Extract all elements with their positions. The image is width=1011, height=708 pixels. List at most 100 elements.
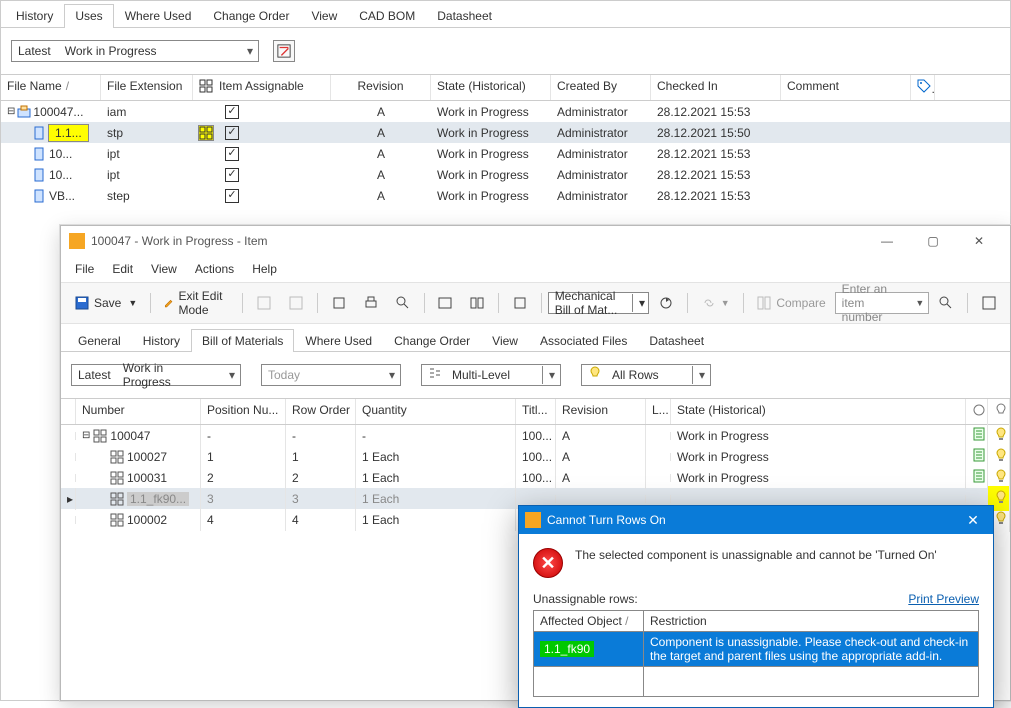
toolbar-btn-3[interactable] [324, 292, 354, 314]
bom-order: 1 [286, 446, 356, 468]
print-preview-link[interactable]: Print Preview [908, 592, 979, 606]
menu-file[interactable]: File [67, 259, 102, 279]
comment-cell [781, 110, 911, 114]
hdr-assignable[interactable]: Item Assignable [219, 79, 304, 96]
bom-hdr-l[interactable]: L... [646, 399, 671, 424]
hdr-state[interactable]: State (Historical) [431, 75, 551, 100]
top-tab-where-used[interactable]: Where Used [114, 4, 203, 28]
clear-filter-button[interactable] [273, 40, 295, 62]
bom-row[interactable]: ⊟100047---100...AWork in Progress [61, 425, 1010, 446]
tag-icon[interactable] [911, 75, 935, 100]
win-tab-where-used[interactable]: Where Used [294, 329, 383, 352]
win-tab-general[interactable]: General [67, 329, 132, 352]
toolbar-btn-1[interactable] [249, 292, 279, 314]
page-icon[interactable] [966, 495, 988, 503]
toolbar-btn-4[interactable] [430, 292, 460, 314]
revision-cell: A [331, 124, 431, 142]
dialog-close-button[interactable]: ✕ [959, 512, 987, 529]
assignable-checkbox[interactable]: ✓ [225, 168, 239, 182]
save-button[interactable]: Save▼ [67, 292, 144, 314]
toolbar-btn-6[interactable] [505, 292, 535, 314]
file-name: 1.1... [49, 125, 88, 141]
item-search-input[interactable]: Enter an item number▼ [835, 292, 930, 314]
sub-today-combo[interactable]: Today▾ [261, 364, 401, 386]
bom-hdr-number[interactable]: Number [76, 399, 201, 424]
menu-edit[interactable]: Edit [104, 259, 141, 279]
hdr-comment[interactable]: Comment [781, 75, 911, 100]
file-row[interactable]: 1.1...stp✓AWork in ProgressAdministrator… [1, 122, 1010, 143]
bom-hdr-title[interactable]: Titl... [516, 399, 556, 424]
bulb-hdr-icon[interactable] [988, 399, 1010, 424]
bom-row[interactable]: 100027111 Each100...AWork in Progress [61, 446, 1010, 467]
go-button[interactable] [931, 292, 961, 314]
assignable-checkbox[interactable]: ✓ [225, 189, 239, 203]
state-cell: Work in Progress [431, 145, 551, 163]
bom-state [671, 495, 966, 503]
top-tab-history[interactable]: History [5, 4, 64, 28]
compare-button[interactable]: Compare [749, 292, 832, 314]
hdr-checked[interactable]: Checked In [651, 75, 781, 100]
minimize-button[interactable]: — [864, 226, 910, 256]
file-row[interactable]: ⊟100047...iam✓AWork in ProgressAdministr… [1, 101, 1010, 122]
file-name: VB... [49, 189, 75, 203]
bom-hdr-qty[interactable]: Quantity [356, 399, 516, 424]
maximize-button[interactable]: ▢ [910, 226, 956, 256]
exit-edit-mode-button[interactable]: Exit Edit Mode [157, 286, 236, 320]
assignable-checkbox[interactable]: ✓ [225, 126, 239, 140]
filter-combo[interactable]: Latest Work in Progress ▾ [11, 40, 259, 62]
top-tab-datasheet[interactable]: Datasheet [426, 4, 503, 28]
win-tab-view[interactable]: View [481, 329, 529, 352]
toolbar-btn-5[interactable] [462, 292, 492, 314]
collapse-icon[interactable]: ⊟ [7, 106, 15, 117]
filter-latest: Latest [12, 42, 59, 60]
menu-view[interactable]: View [143, 259, 185, 279]
file-name: 10... [49, 168, 72, 182]
item-icon [93, 429, 107, 443]
hdr-revision[interactable]: Revision [331, 75, 431, 100]
file-name: 10... [49, 147, 72, 161]
top-tab-change-order[interactable]: Change Order [202, 4, 300, 28]
link-button[interactable]: ▼ [694, 292, 737, 314]
hdr-ext[interactable]: File Extension [101, 75, 193, 100]
file-ext: step [101, 187, 193, 205]
collapse-icon[interactable]: ⊟ [82, 430, 90, 441]
sub-filter-combo[interactable]: Latest Work in Progress ▾ [71, 364, 241, 386]
close-button[interactable]: ✕ [956, 226, 1002, 256]
find-button[interactable] [388, 292, 418, 314]
bom-hdr-rev[interactable]: Revision [556, 399, 646, 424]
win-tab-bill-of-materials[interactable]: Bill of Materials [191, 329, 294, 352]
file-row[interactable]: VB...step✓AWork in ProgressAdministrator… [1, 185, 1010, 206]
bom-row[interactable]: 100031221 Each100...AWork in Progress [61, 467, 1010, 488]
top-tab-uses[interactable]: Uses [64, 4, 113, 28]
chevron-down-icon[interactable]: ▾ [240, 42, 258, 60]
file-icon [33, 126, 47, 140]
page-icon[interactable] [966, 465, 988, 490]
menu-help[interactable]: Help [244, 259, 285, 279]
circle-icon[interactable] [966, 399, 988, 424]
top-tab-cad-bom[interactable]: CAD BOM [348, 4, 426, 28]
menu-actions[interactable]: Actions [187, 259, 242, 279]
win-tab-history[interactable]: History [132, 329, 191, 352]
bom-refresh-button[interactable] [651, 292, 681, 314]
chevron-down-icon[interactable]: ▾ [222, 366, 240, 384]
hdr-filename[interactable]: File Name [7, 79, 62, 96]
bom-hdr-pos[interactable]: Position Nu... [201, 399, 286, 424]
bom-hdr-order[interactable]: Row Order [286, 399, 356, 424]
win-tab-datasheet[interactable]: Datasheet [638, 329, 715, 352]
file-row[interactable]: 10...ipt✓AWork in ProgressAdministrator2… [1, 143, 1010, 164]
assignable-checkbox[interactable]: ✓ [225, 147, 239, 161]
top-tab-view[interactable]: View [300, 4, 348, 28]
win-tab-associated-files[interactable]: Associated Files [529, 329, 638, 352]
bom-hdr-state[interactable]: State (Historical) [671, 399, 966, 424]
assignable-checkbox[interactable]: ✓ [225, 105, 239, 119]
win-tab-change-order[interactable]: Change Order [383, 329, 481, 352]
sub-multilevel-combo[interactable]: Multi-Level ▾ [421, 364, 561, 386]
toolbar-btn-last[interactable] [974, 292, 1004, 314]
bom-state: Work in Progress [671, 467, 966, 489]
toolbar-btn-2[interactable] [281, 292, 311, 314]
sub-allrows-combo[interactable]: All Rows ▾ [581, 364, 711, 386]
hdr-by[interactable]: Created By [551, 75, 651, 100]
bom-type-combo[interactable]: Mechanical Bill of Mat...▾ [548, 292, 649, 314]
file-row[interactable]: 10...ipt✓AWork in ProgressAdministrator2… [1, 164, 1010, 185]
print-button[interactable] [356, 292, 386, 314]
